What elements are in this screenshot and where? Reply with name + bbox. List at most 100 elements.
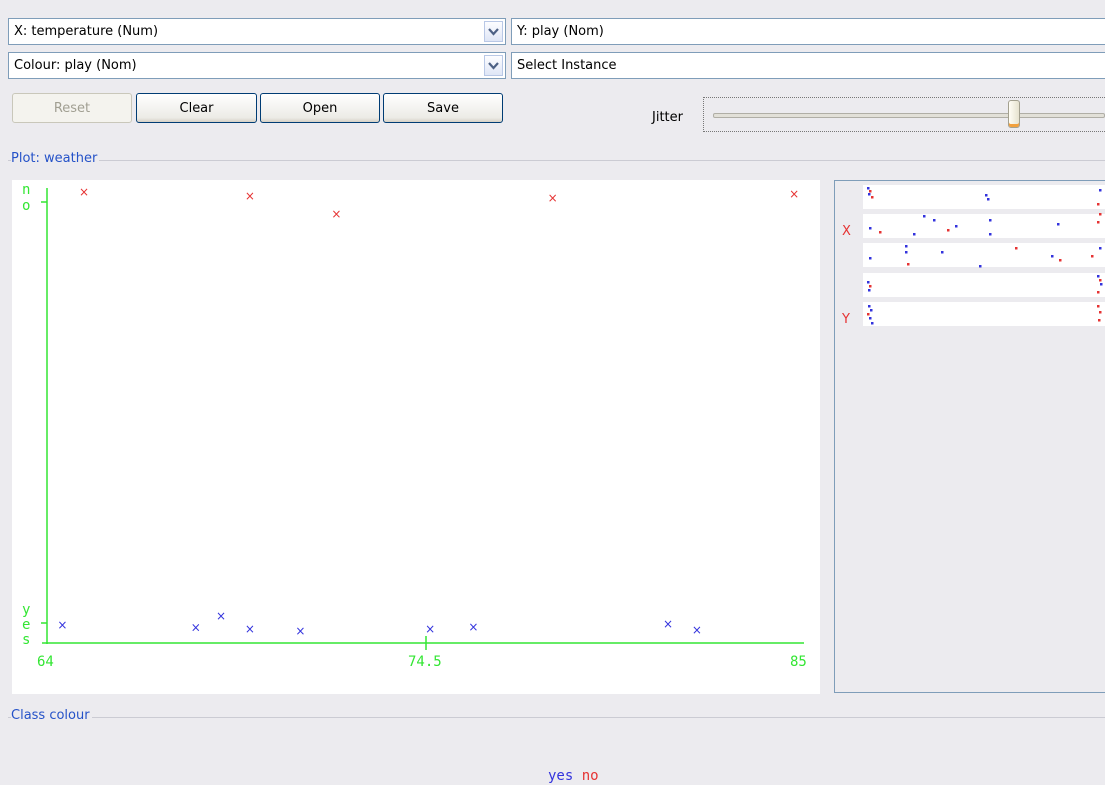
matrix-dot: [867, 187, 870, 190]
matrix-dot: [905, 245, 908, 248]
matrix-dot: [989, 219, 992, 222]
matrix-dot: [947, 229, 950, 232]
matrix-dot: [941, 251, 944, 254]
attribute-matrix[interactable]: X Y: [835, 181, 1105, 692]
open-button[interactable]: Open: [260, 93, 380, 123]
matrix-dot: [1097, 275, 1100, 278]
plot-section-divider: [8, 160, 1105, 161]
jitter-label: Jitter: [652, 110, 683, 125]
attribute-matrix-panel[interactable]: X Y: [834, 180, 1105, 693]
matrix-dot: [869, 285, 872, 288]
legend-no: no: [581, 768, 599, 784]
matrix-dot: [1099, 213, 1102, 216]
matrix-dot: [869, 190, 872, 193]
matrix-bar[interactable]: [863, 243, 1105, 267]
y-label-yes-2: e: [22, 617, 30, 633]
matrix-dot: [871, 196, 874, 199]
matrix-bar[interactable]: [863, 214, 1105, 238]
data-point-no[interactable]: ×: [79, 185, 89, 199]
select-instance-field[interactable]: Select Instance: [511, 52, 1105, 79]
matrix-dot: [1059, 259, 1062, 262]
matrix-dot: [1099, 279, 1102, 282]
legend-yes: yes: [548, 768, 574, 784]
matrix-dot: [1097, 221, 1100, 224]
matrix-dot: [868, 289, 871, 292]
y-axis-select[interactable]: Y: play (Nom): [511, 18, 1105, 45]
data-point-yes[interactable]: ×: [468, 620, 478, 634]
y-label-no-2: o: [22, 198, 30, 214]
data-point-yes[interactable]: ×: [57, 618, 67, 632]
matrix-dot: [870, 309, 873, 312]
matrix-dot: [867, 281, 870, 284]
data-point-yes[interactable]: ×: [295, 624, 305, 638]
matrix-dot: [985, 194, 988, 197]
class-colour-divider: [8, 717, 1105, 718]
matrix-dot: [869, 257, 872, 260]
colour-select-value: Colour: play (Nom): [14, 58, 137, 73]
x-tick-label-max: 85: [790, 654, 807, 670]
matrix-dot: [923, 215, 926, 218]
matrix-dot: [955, 225, 958, 228]
matrix-dot: [869, 227, 872, 230]
data-point-no[interactable]: ×: [548, 191, 558, 205]
matrix-dot: [905, 251, 908, 254]
matrix-dot: [1097, 291, 1100, 294]
matrix-dot: [1051, 255, 1054, 258]
matrix-bar[interactable]: [863, 302, 1105, 326]
x-axis-select-value: X: temperature (Num): [14, 24, 159, 39]
select-instance-value: Select Instance: [517, 58, 617, 73]
matrix-dot: [1098, 319, 1101, 322]
jitter-slider[interactable]: [703, 97, 1105, 132]
matrix-dot: [989, 233, 992, 236]
matrix-dot: [867, 313, 870, 316]
matrix-dot: [913, 233, 916, 236]
chevron-down-icon[interactable]: [484, 21, 503, 42]
jitter-slider-track: [713, 113, 1105, 118]
matrix-dot: [979, 265, 982, 268]
class-colour-title: Class colour: [11, 708, 92, 723]
reset-button[interactable]: Reset: [12, 93, 132, 123]
data-point-yes[interactable]: ×: [245, 622, 255, 636]
matrix-dot: [1015, 247, 1018, 250]
matrix-row-label-x: X: [842, 224, 851, 239]
matrix-dot: [1091, 255, 1094, 258]
save-button[interactable]: Save: [383, 93, 503, 123]
matrix-dot: [869, 317, 872, 320]
matrix-dot: [907, 263, 910, 266]
matrix-dot: [871, 322, 874, 325]
matrix-dot: [1099, 189, 1102, 192]
y-label-yes-1: y: [22, 602, 30, 618]
data-point-yes[interactable]: ×: [425, 622, 435, 636]
data-point-yes[interactable]: ×: [663, 617, 673, 631]
data-point-no[interactable]: ×: [331, 207, 341, 221]
matrix-dot: [1057, 223, 1060, 226]
colour-select[interactable]: Colour: play (Nom): [8, 52, 506, 79]
clear-button[interactable]: Clear: [136, 93, 257, 123]
matrix-dot: [868, 305, 871, 308]
matrix-bar[interactable]: [863, 185, 1105, 209]
x-axis-select[interactable]: X: temperature (Num): [8, 18, 506, 45]
matrix-dot: [933, 219, 936, 222]
matrix-dot: [1099, 311, 1102, 314]
x-tick-label-min: 64: [37, 654, 54, 670]
matrix-dot: [1099, 247, 1102, 250]
data-point-no[interactable]: ×: [245, 189, 255, 203]
y-label-yes-3: s: [22, 632, 30, 648]
chevron-down-icon[interactable]: [484, 55, 503, 76]
data-point-yes[interactable]: ×: [692, 623, 702, 637]
class-colour-legend: yes no: [548, 768, 599, 784]
matrix-bar[interactable]: [863, 273, 1105, 297]
matrix-dot: [879, 231, 882, 234]
y-axis-select-value: Y: play (Nom): [517, 24, 604, 39]
x-tick-label-mid: 74.5: [408, 654, 442, 670]
matrix-dot: [1100, 283, 1103, 286]
data-point-yes[interactable]: ×: [191, 621, 201, 635]
data-point-no[interactable]: ×: [789, 187, 799, 201]
plot-title: Plot: weather: [11, 151, 100, 166]
scatter-plot[interactable]: n o y e s 64 74.5 85 × × × × × × × × × × × × × ×: [12, 180, 820, 694]
jitter-slider-thumb[interactable]: [1007, 100, 1020, 128]
matrix-row-label-y: Y: [841, 312, 850, 327]
y-label-no-1: n: [22, 182, 30, 198]
scatter-plot-panel[interactable]: n o y e s 64 74.5 85 × × × × × × × × × × × × × ×: [12, 180, 820, 694]
data-point-yes[interactable]: ×: [216, 609, 226, 623]
